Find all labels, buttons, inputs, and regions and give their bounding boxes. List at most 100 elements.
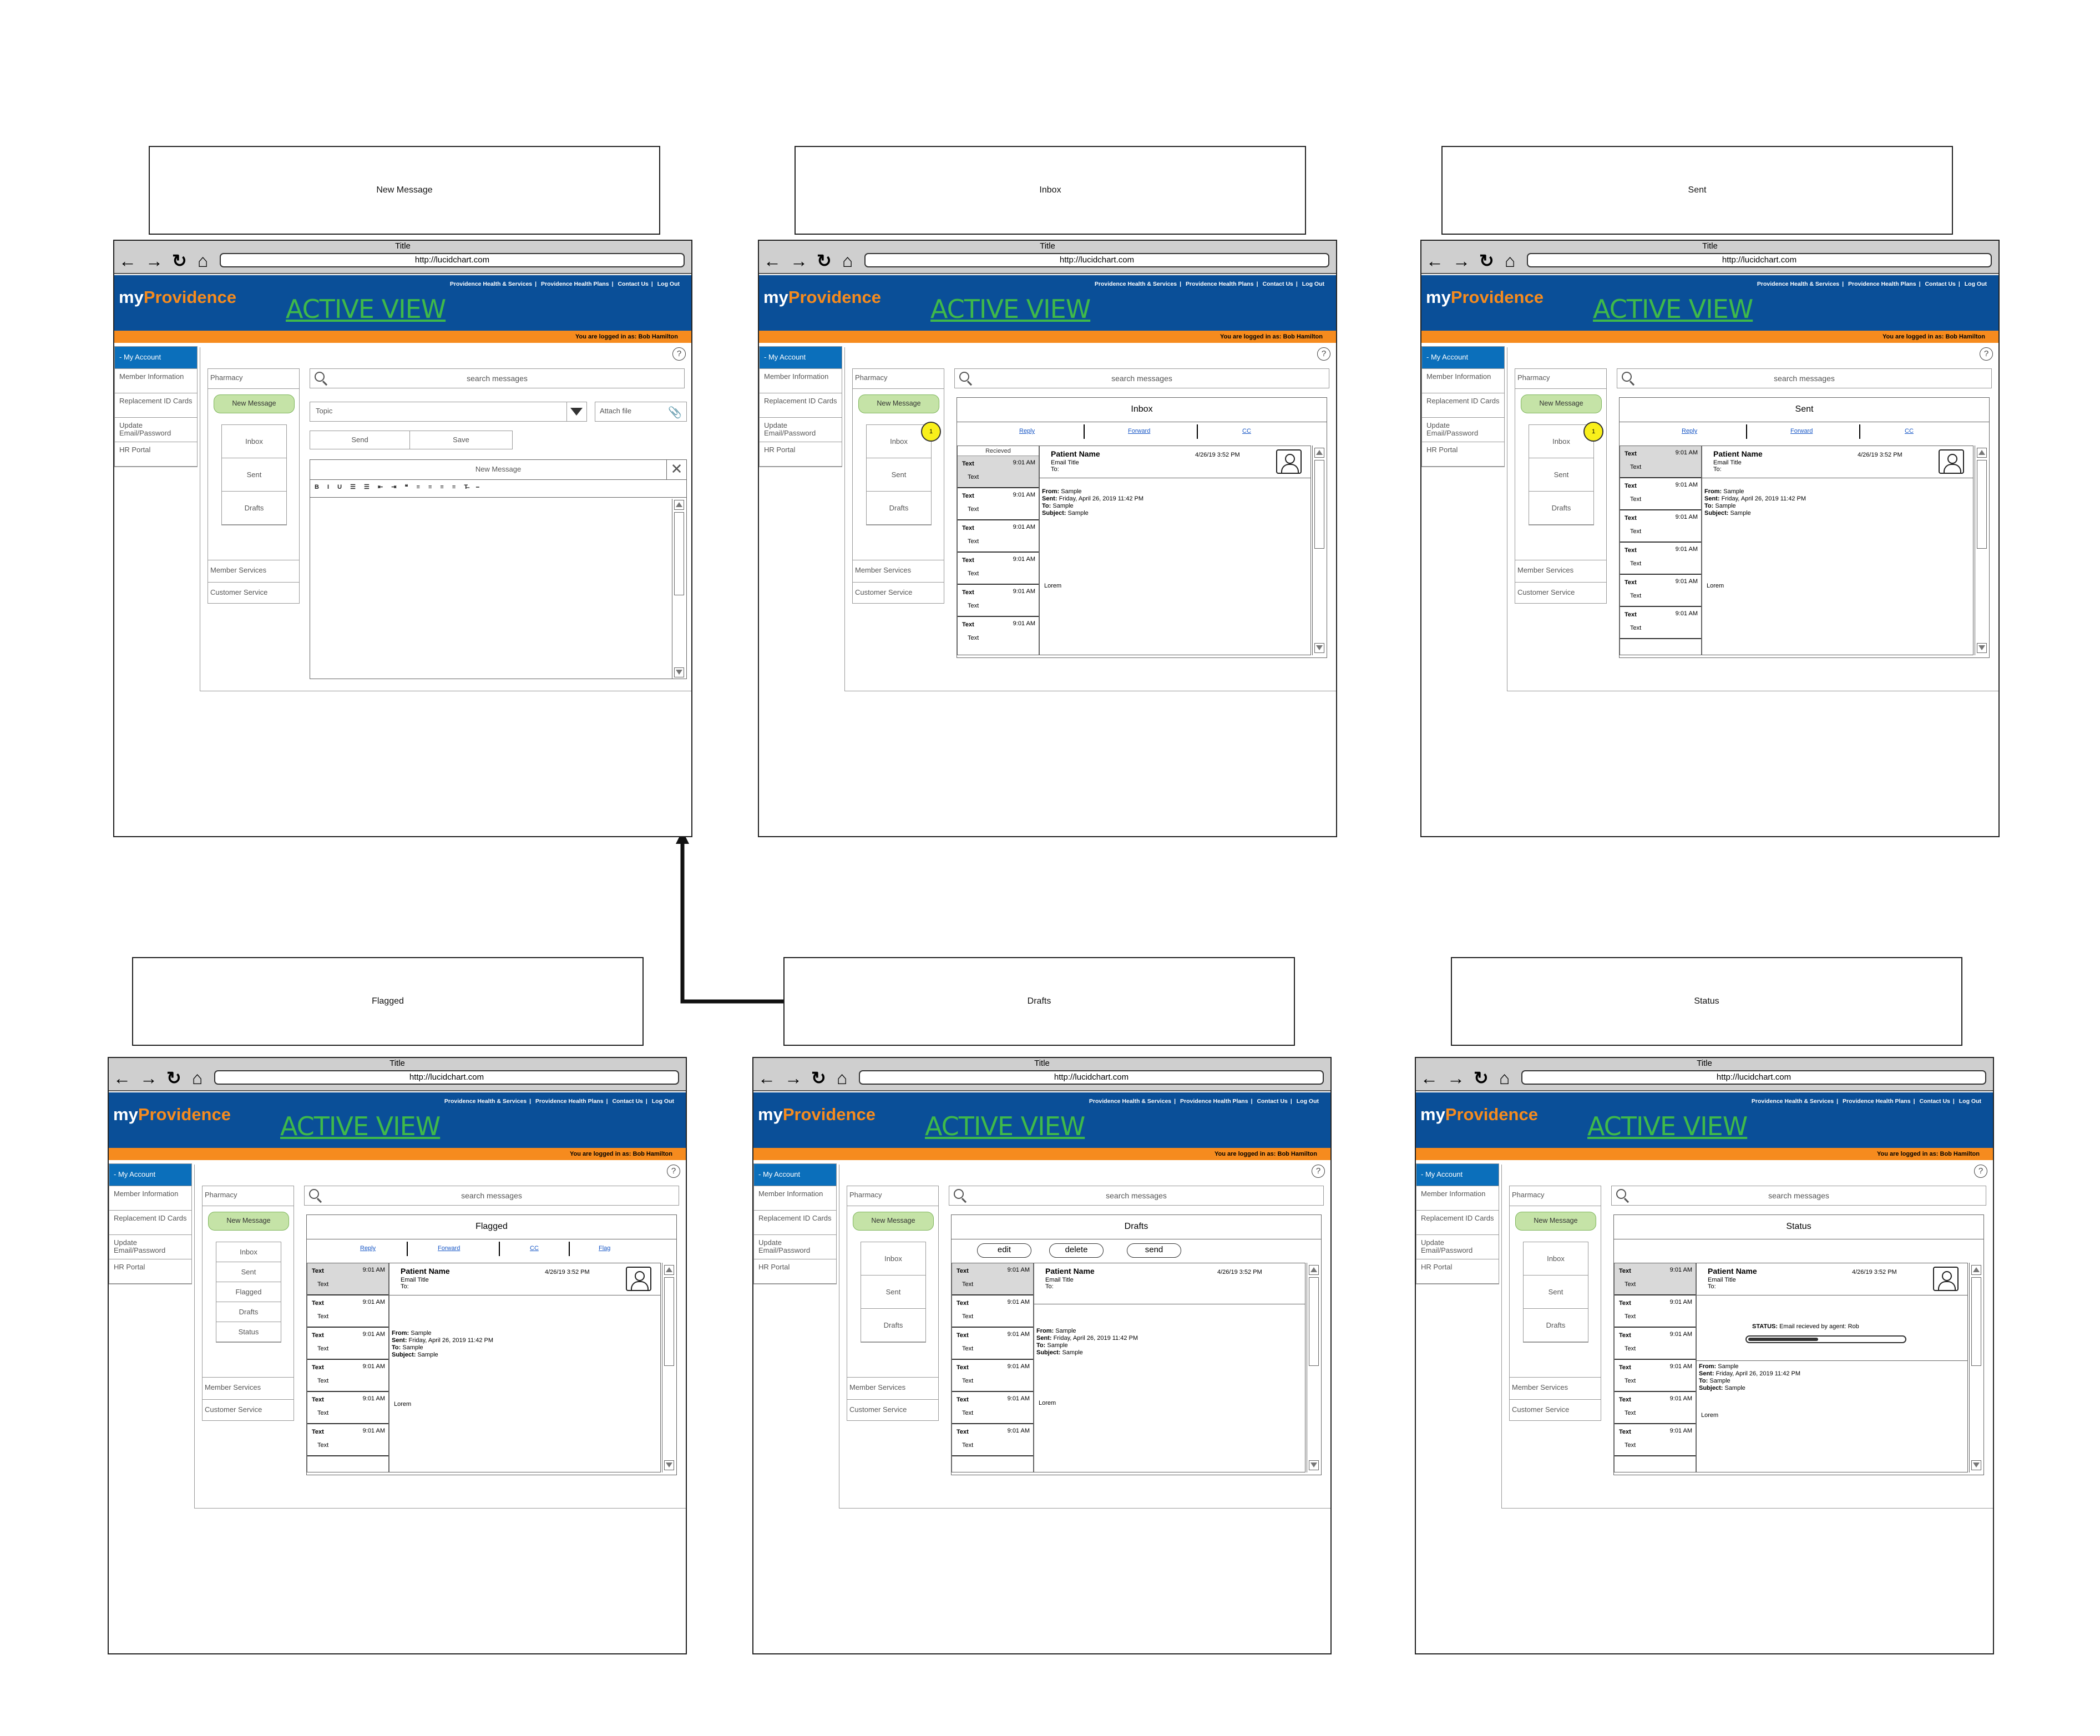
list-item[interactable]: Text 9:01 AM Text bbox=[952, 1424, 1033, 1456]
list-item[interactable]: Text 9:01 AM Text bbox=[952, 1295, 1033, 1328]
list-item[interactable]: Text 9:01 AM Text bbox=[307, 1392, 388, 1424]
paperclip-icon[interactable]: 📎 bbox=[668, 406, 682, 419]
nav-replacement-id-cards[interactable]: Replacement ID Cards bbox=[1422, 393, 1504, 418]
chevron-down-icon[interactable] bbox=[566, 402, 586, 421]
new-message-button[interactable]: New Message bbox=[208, 1212, 289, 1231]
menu-member-services[interactable]: Member Services bbox=[853, 560, 944, 581]
nav-my-account[interactable]: - My Account bbox=[754, 1164, 836, 1186]
folder-inbox[interactable]: Inbox bbox=[861, 1242, 925, 1276]
url-bar[interactable]: http://lucidchart.com bbox=[220, 253, 685, 267]
link-log-out[interactable]: Log Out bbox=[1299, 281, 1327, 287]
url-bar[interactable]: http://lucidchart.com bbox=[1527, 253, 1992, 267]
list-item[interactable]: Text 9:01 AM Text bbox=[1620, 478, 1701, 510]
folder-sent[interactable]: Sent bbox=[1524, 1276, 1588, 1309]
refresh-icon[interactable]: ↻ bbox=[817, 251, 832, 271]
list-item[interactable]: Text 9:01 AM Text bbox=[307, 1328, 388, 1360]
menu-pharmacy[interactable]: Pharmacy bbox=[208, 369, 299, 389]
nav-my-account[interactable]: - My Account bbox=[109, 1164, 191, 1186]
link-log-out[interactable]: Log Out bbox=[1956, 1098, 1984, 1105]
url-bar[interactable]: http://lucidchart.com bbox=[859, 1070, 1324, 1085]
folder-sent[interactable]: Sent bbox=[861, 1276, 925, 1309]
list-item[interactable]: Text 9:01 AM Text bbox=[958, 617, 1039, 649]
detail-scrollbar[interactable] bbox=[1312, 446, 1327, 655]
new-message-button[interactable]: New Message bbox=[1521, 394, 1602, 413]
list-item[interactable]: Text 9:01 AM Text bbox=[307, 1295, 388, 1328]
link-log-out[interactable]: Log Out bbox=[649, 1098, 677, 1105]
forward-arrow-icon[interactable]: → bbox=[145, 251, 163, 271]
list-item[interactable]: Text 9:01 AM Text bbox=[1615, 1295, 1696, 1328]
nav-update-email-password[interactable]: Update Email/Password bbox=[754, 1235, 836, 1259]
reply-link[interactable]: Reply bbox=[1019, 428, 1035, 434]
url-bar[interactable]: http://lucidchart.com bbox=[1521, 1070, 1986, 1085]
detail-scrollbar[interactable] bbox=[1969, 1263, 1983, 1472]
link-health-plans[interactable]: Providence Health Plans bbox=[1845, 281, 1919, 287]
back-arrow-icon[interactable]: ← bbox=[113, 1068, 131, 1088]
link-health-services[interactable]: Providence Health & Services bbox=[1086, 1098, 1174, 1105]
active-view-link[interactable]: ACTIVE VIEW bbox=[925, 1111, 1085, 1141]
forward-arrow-icon[interactable]: → bbox=[785, 1068, 802, 1088]
list-item[interactable]: Text 9:01 AM Text bbox=[1615, 1328, 1696, 1360]
folder-drafts[interactable]: Drafts bbox=[1529, 492, 1593, 525]
folder-inbox[interactable]: Inbox 1 bbox=[1529, 422, 1603, 458]
list-item[interactable]: Text 9:01 AM Text bbox=[958, 520, 1039, 553]
link-contact-us[interactable]: Contact Us bbox=[1254, 1098, 1290, 1105]
menu-member-services[interactable]: Member Services bbox=[1515, 560, 1606, 581]
folder-inbox[interactable]: Inbox bbox=[216, 1242, 281, 1262]
new-message-button[interactable]: New Message bbox=[214, 394, 295, 413]
folder-inbox[interactable]: Inbox bbox=[222, 425, 286, 458]
menu-pharmacy[interactable]: Pharmacy bbox=[1515, 369, 1606, 389]
link-health-plans[interactable]: Providence Health Plans bbox=[1177, 1098, 1251, 1105]
list-item[interactable]: Text 9:01 AM Text bbox=[952, 1263, 1033, 1295]
forward-arrow-icon[interactable]: → bbox=[140, 1068, 158, 1088]
link-health-services[interactable]: Providence Health & Services bbox=[447, 281, 535, 287]
list-item[interactable]: Text 9:01 AM Text bbox=[1615, 1360, 1696, 1392]
search-input[interactable]: search messages bbox=[304, 1186, 679, 1206]
nav-hr-portal[interactable]: HR Portal bbox=[754, 1259, 836, 1284]
attach-file-field[interactable]: Attach file 📎 bbox=[595, 402, 687, 422]
list-item[interactable]: Text 9:01 AM Text bbox=[1620, 543, 1701, 575]
menu-member-services[interactable]: Member Services bbox=[203, 1377, 294, 1398]
new-message-button[interactable]: New Message bbox=[853, 1212, 934, 1231]
menu-customer-service[interactable]: Customer Service bbox=[203, 1399, 294, 1420]
url-bar[interactable]: http://lucidchart.com bbox=[864, 253, 1329, 267]
home-icon[interactable]: ⌂ bbox=[1499, 1068, 1510, 1088]
menu-member-services[interactable]: Member Services bbox=[847, 1377, 938, 1398]
back-arrow-icon[interactable]: ← bbox=[119, 251, 136, 271]
nav-member-information[interactable]: Member Information bbox=[109, 1186, 191, 1211]
close-icon[interactable]: ✕ bbox=[666, 460, 686, 479]
detail-scrollbar[interactable] bbox=[1307, 1263, 1321, 1472]
link-contact-us[interactable]: Contact Us bbox=[1916, 1098, 1952, 1105]
link-health-services[interactable]: Providence Health & Services bbox=[1749, 1098, 1836, 1105]
folder-inbox[interactable]: Inbox 1 bbox=[867, 422, 941, 458]
menu-customer-service[interactable]: Customer Service bbox=[853, 582, 944, 603]
folder-sent[interactable]: Sent bbox=[1529, 458, 1593, 492]
new-message-button[interactable]: New Message bbox=[1515, 1212, 1596, 1231]
nav-member-information[interactable]: Member Information bbox=[1422, 369, 1504, 393]
nav-replacement-id-cards[interactable]: Replacement ID Cards bbox=[754, 1211, 836, 1235]
home-icon[interactable]: ⌂ bbox=[842, 251, 853, 271]
nav-hr-portal[interactable]: HR Portal bbox=[109, 1259, 191, 1284]
delete-button[interactable]: delete bbox=[1049, 1243, 1104, 1258]
active-view-link[interactable]: ACTIVE VIEW bbox=[286, 294, 446, 324]
back-arrow-icon[interactable]: ← bbox=[1420, 1068, 1438, 1088]
nav-replacement-id-cards[interactable]: Replacement ID Cards bbox=[109, 1211, 191, 1235]
active-view-link[interactable]: ACTIVE VIEW bbox=[280, 1111, 441, 1141]
refresh-icon[interactable]: ↻ bbox=[1474, 1068, 1489, 1088]
nav-my-account[interactable]: - My Account bbox=[115, 347, 197, 369]
search-input[interactable]: search messages bbox=[1611, 1186, 1986, 1206]
list-item[interactable]: Text 9:01 AM Text bbox=[958, 585, 1039, 617]
menu-customer-service[interactable]: Customer Service bbox=[847, 1399, 938, 1420]
folder-sent[interactable]: Sent bbox=[216, 1262, 281, 1282]
formatting-toolbar[interactable]: B I U ☰ ☰ ⇤ ⇥ ❝ ≡ ≡ ≡ ≡ T̶ ⎯ bbox=[310, 480, 686, 498]
link-health-services[interactable]: Providence Health & Services bbox=[1754, 281, 1842, 287]
folder-sent[interactable]: Sent bbox=[867, 458, 931, 492]
folder-sent[interactable]: Sent bbox=[222, 458, 286, 492]
search-input[interactable]: search messages bbox=[310, 368, 685, 388]
active-view-link[interactable]: ACTIVE VIEW bbox=[1587, 1111, 1748, 1141]
list-item[interactable]: Text 9:01 AM Text bbox=[1615, 1392, 1696, 1424]
menu-pharmacy[interactable]: Pharmacy bbox=[1510, 1186, 1601, 1206]
menu-member-services[interactable]: Member Services bbox=[1510, 1377, 1601, 1398]
search-input[interactable]: search messages bbox=[954, 368, 1329, 388]
menu-pharmacy[interactable]: Pharmacy bbox=[853, 369, 944, 389]
send-button[interactable]: Send bbox=[310, 431, 410, 449]
